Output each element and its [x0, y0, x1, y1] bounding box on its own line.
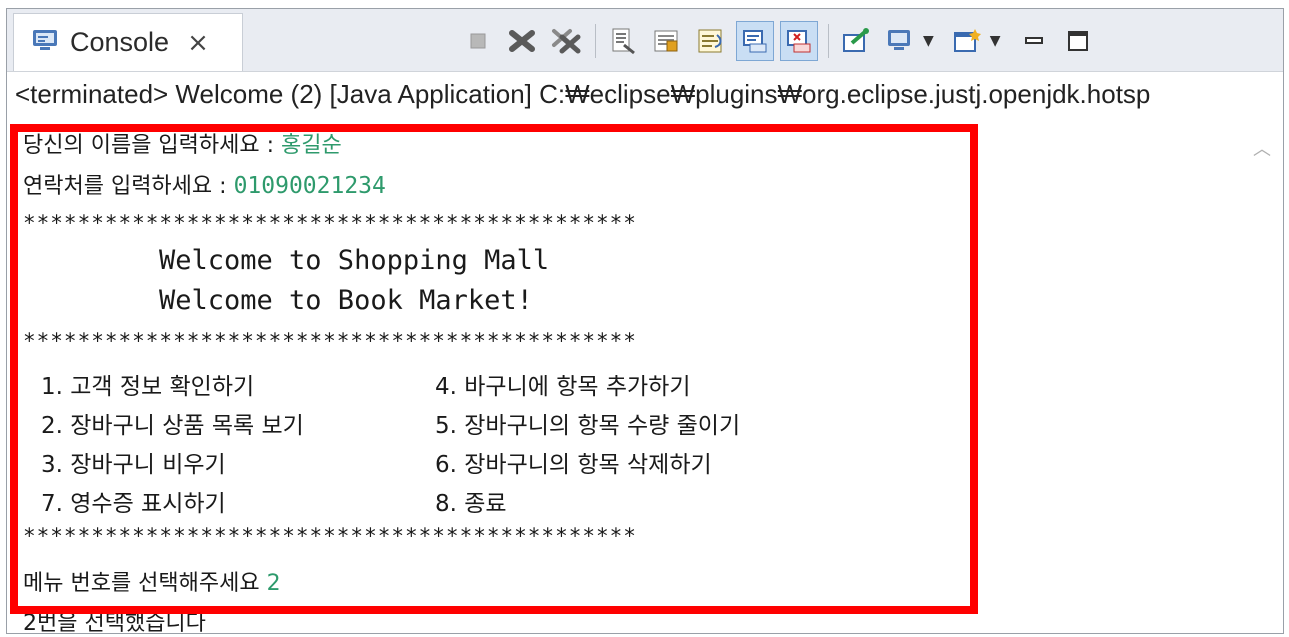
menu-item: 1. 고객 정보 확인하기: [41, 374, 255, 400]
welcome-line-1: Welcome to Shopping Mall: [159, 245, 550, 276]
separator-stars: ****************************************…: [23, 524, 637, 548]
scroll-up-icon[interactable]: ︿: [1253, 135, 1271, 161]
name-prompt-line: 당신의 이름을 입력하세요 : 홍길순: [23, 127, 342, 159]
chevron-down-icon[interactable]: ▼: [990, 33, 1001, 49]
display-selected-console-icon[interactable]: [881, 21, 919, 61]
phone-prompt: 연락처를 입력하세요 :: [23, 174, 234, 199]
menu-item: 3. 장바구니 비우기: [41, 452, 226, 478]
word-wrap-icon[interactable]: [692, 21, 730, 61]
menu-row: 1. 고객 정보 확인하기 4. 바구니에 항목 추가하기: [41, 367, 690, 401]
pin-console-icon[interactable]: [837, 21, 875, 61]
welcome-line-2: Welcome to Book Market!: [159, 285, 533, 316]
menu-row: 7. 영수증 표시하기 8. 종료: [41, 484, 507, 518]
scroll-lock-icon[interactable]: [648, 21, 686, 61]
phone-prompt-line: 연락처를 입력하세요 : 01090021234: [23, 168, 386, 200]
console-tab[interactable]: Console ×: [13, 13, 243, 71]
console-output[interactable]: ︿ 당신의 이름을 입력하세요 : 홍길순 연락처를 입력하세요 : 01090…: [7, 119, 1283, 633]
console-toolbar: ▼ ▼: [459, 19, 1103, 63]
separator-stars: ****************************************…: [23, 211, 637, 235]
open-console-icon[interactable]: [948, 21, 986, 61]
clear-console-icon[interactable]: [604, 21, 642, 61]
show-console-on-stdout-icon[interactable]: [736, 21, 774, 61]
minimize-icon[interactable]: [1015, 21, 1053, 61]
name-prompt: 당신의 이름을 입력하세요 :: [23, 133, 282, 158]
menu-row: 2. 장바구니 상품 목록 보기 5. 장바구니의 항목 수량 줄이기: [41, 406, 740, 440]
menu-item: 4. 바구니에 항목 추가하기: [435, 374, 691, 400]
process-description: <terminated> Welcome (2) [Java Applicati…: [15, 79, 1151, 109]
menu-item: 6. 장바구니의 항목 삭제하기: [435, 452, 712, 478]
show-console-on-stderr-icon[interactable]: [780, 21, 818, 61]
maximize-icon[interactable]: [1059, 21, 1097, 61]
console-icon: [32, 28, 58, 57]
name-input-value: 홍길순: [281, 133, 342, 158]
menu-item: 8. 종료: [435, 491, 507, 517]
remove-all-terminated-icon[interactable]: [547, 21, 585, 61]
separator-stars: ****************************************…: [23, 329, 637, 353]
toolbar-separator: [595, 24, 596, 58]
menu-row: 3. 장바구니 비우기 6. 장바구니의 항목 삭제하기: [41, 445, 712, 479]
menu-prompt: 메뉴 번호를 선택해주세요: [23, 571, 267, 596]
menu-item: 5. 장바구니의 항목 수량 줄이기: [435, 413, 741, 439]
menu-item: 2. 장바구니 상품 목록 보기: [41, 413, 304, 439]
menu-prompt-line: 메뉴 번호를 선택해주세요 2: [23, 565, 281, 597]
console-view: Console × ▼ ▼ <terminated> Welcome (2) […: [6, 8, 1284, 634]
console-tab-label: Console: [70, 27, 170, 57]
chevron-down-icon[interactable]: ▼: [923, 33, 934, 49]
menu-item: 7. 영수증 표시하기: [41, 491, 226, 517]
close-icon[interactable]: ×: [187, 30, 209, 56]
remove-launch-icon[interactable]: [503, 21, 541, 61]
result-line: 2번을 선택했습니다: [23, 611, 206, 633]
toolbar-separator: [828, 24, 829, 58]
menu-input-value: 2: [266, 571, 281, 596]
view-tab-bar: Console × ▼ ▼: [7, 9, 1283, 72]
terminate-icon[interactable]: [459, 21, 497, 61]
phone-input-value: 01090021234: [233, 173, 386, 199]
